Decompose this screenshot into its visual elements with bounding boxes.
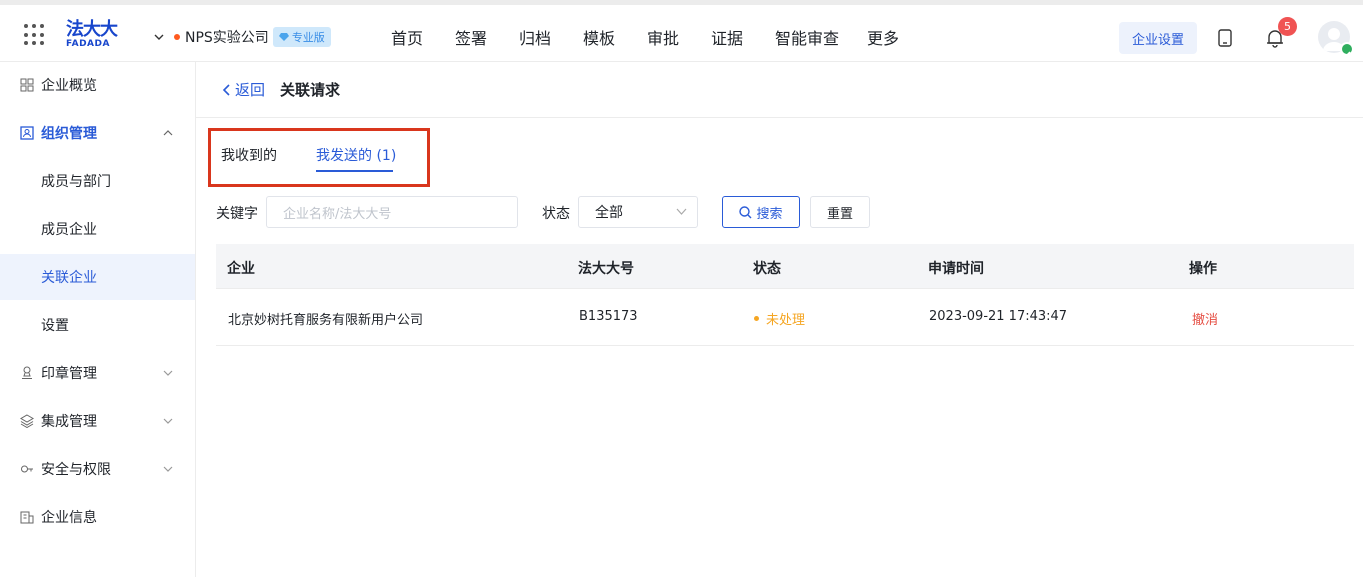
tab-received[interactable]: 我收到的 — [221, 145, 277, 165]
chevron-up-icon — [163, 130, 173, 136]
table-header: 企业 法大大号 状态 申请时间 操作 — [216, 244, 1354, 289]
search-button-label: 搜索 — [756, 206, 783, 222]
chevron-left-icon — [222, 83, 230, 96]
company-switcher[interactable]: NPS实验公司 专业版 — [152, 27, 331, 47]
edition-badge: 专业版 — [272, 27, 331, 47]
column-header: 操作 — [1189, 261, 1217, 277]
cell-fdd-id: B135173 — [579, 309, 638, 324]
nav-templates[interactable]: 模板 — [567, 25, 631, 49]
keyword-label: 关键字 — [216, 206, 258, 222]
sidebar-item-label: 成员企业 — [41, 222, 97, 238]
overview-icon — [20, 78, 34, 92]
main-nav: 首页 签署 归档 模板 审批 证据 智能审查 更多 — [375, 25, 911, 49]
sidebar-item-org[interactable]: 组织管理 — [0, 110, 195, 156]
sidebar-item-label: 成员与部门 — [41, 174, 111, 190]
nav-sign[interactable]: 签署 — [439, 25, 503, 49]
layers-icon — [20, 414, 34, 428]
active-tab-indicator — [316, 170, 393, 172]
tab-sent[interactable]: 我发送的 (1) — [316, 145, 396, 165]
search-icon — [739, 205, 752, 218]
nav-smart-review[interactable]: 智能审查 — [759, 25, 855, 49]
logo-subtext: FADADA — [66, 39, 110, 49]
sidebar-item-label: 组织管理 — [41, 126, 97, 142]
chevron-down-icon — [163, 418, 173, 424]
edition-badge-label: 专业版 — [291, 31, 325, 44]
keyword-input[interactable]: 企业名称/法大大号 — [266, 196, 518, 228]
sidebar-item-label: 关联企业 — [41, 270, 97, 286]
building-icon — [20, 511, 34, 524]
keyword-placeholder: 企业名称/法大大号 — [283, 206, 392, 222]
column-header: 企业 — [227, 261, 255, 277]
nav-evidence[interactable]: 证据 — [695, 25, 759, 49]
status-badge: 未处理 — [754, 309, 805, 328]
sidebar-item-linked-companies[interactable]: 关联企业 — [0, 254, 195, 300]
sidebar: 企业概览 组织管理 成员与部门 成员企业 关联企业 设置 印章管理 集成管理 安… — [0, 62, 196, 577]
column-header: 申请时间 — [928, 261, 984, 277]
sidebar-item-security[interactable]: 安全与权限 — [0, 446, 195, 492]
logo-text: 法大大 — [66, 19, 118, 40]
nav-more[interactable]: 更多 — [855, 25, 911, 49]
table-row: 北京妙树托育服务有限新用户公司 B135173 未处理 2023-09-21 1… — [216, 289, 1354, 346]
cell-company: 北京妙树托育服务有限新用户公司 — [228, 313, 424, 328]
sidebar-item-label: 企业信息 — [41, 510, 97, 526]
sidebar-item-settings[interactable]: 设置 — [0, 302, 195, 348]
chevron-down-icon — [154, 34, 164, 40]
notification-badge: 5 — [1278, 17, 1297, 36]
search-button[interactable]: 搜索 — [722, 196, 800, 228]
chevron-down-icon — [676, 208, 687, 215]
sidebar-item-label: 企业概览 — [41, 78, 97, 94]
sidebar-item-members[interactable]: 成员与部门 — [0, 158, 195, 204]
sidebar-item-company-info[interactable]: 企业信息 — [0, 494, 195, 540]
content-header: 返回 关联请求 — [196, 62, 1363, 118]
nav-home[interactable]: 首页 — [375, 25, 439, 49]
diamond-icon — [278, 33, 289, 41]
nav-archive[interactable]: 归档 — [503, 25, 567, 49]
org-icon — [20, 126, 34, 140]
column-header: 法大大号 — [578, 261, 634, 277]
sidebar-item-label: 印章管理 — [41, 366, 97, 382]
status-dot — [754, 316, 759, 321]
security-icon — [21, 465, 33, 473]
status-select-value: 全部 — [595, 205, 623, 221]
top-bar: 法大大 FADADA NPS实验公司 专业版 首页 签署 归档 模板 审批 证据… — [0, 0, 1363, 62]
sidebar-item-member-companies[interactable]: 成员企业 — [0, 206, 195, 252]
seal-icon — [22, 366, 32, 379]
reset-button[interactable]: 重置 — [810, 196, 870, 228]
status-text: 未处理 — [766, 313, 806, 328]
page-title: 关联请求 — [280, 81, 341, 99]
enterprise-settings-button[interactable]: 企业设置 — [1119, 22, 1197, 54]
status-select[interactable]: 全部 — [578, 196, 698, 228]
status-label: 状态 — [542, 206, 570, 222]
fadada-logo[interactable]: 法大大 FADADA — [66, 21, 118, 51]
company-status-dot — [174, 34, 180, 40]
sidebar-item-integration[interactable]: 集成管理 — [0, 398, 195, 444]
column-header: 状态 — [753, 261, 781, 277]
chevron-down-icon — [163, 370, 173, 376]
sidebar-item-overview[interactable]: 企业概览 — [0, 62, 195, 108]
sidebar-item-label: 安全与权限 — [41, 462, 111, 478]
mobile-icon[interactable] — [1217, 29, 1233, 47]
sidebar-item-seals[interactable]: 印章管理 — [0, 350, 195, 396]
revoke-link[interactable]: 撤消 — [1192, 309, 1218, 328]
nav-approval[interactable]: 审批 — [631, 25, 695, 49]
back-label: 返回 — [235, 81, 266, 99]
app-grid-icon[interactable] — [24, 24, 46, 46]
chevron-down-icon — [163, 466, 173, 472]
sidebar-item-label: 集成管理 — [41, 414, 97, 430]
sidebar-item-label: 设置 — [41, 318, 69, 334]
cell-apply-time: 2023-09-21 17:43:47 — [929, 309, 1068, 324]
verified-check-icon — [1340, 42, 1354, 58]
back-button[interactable]: 返回 — [222, 79, 265, 100]
company-name: NPS实验公司 — [185, 30, 269, 46]
